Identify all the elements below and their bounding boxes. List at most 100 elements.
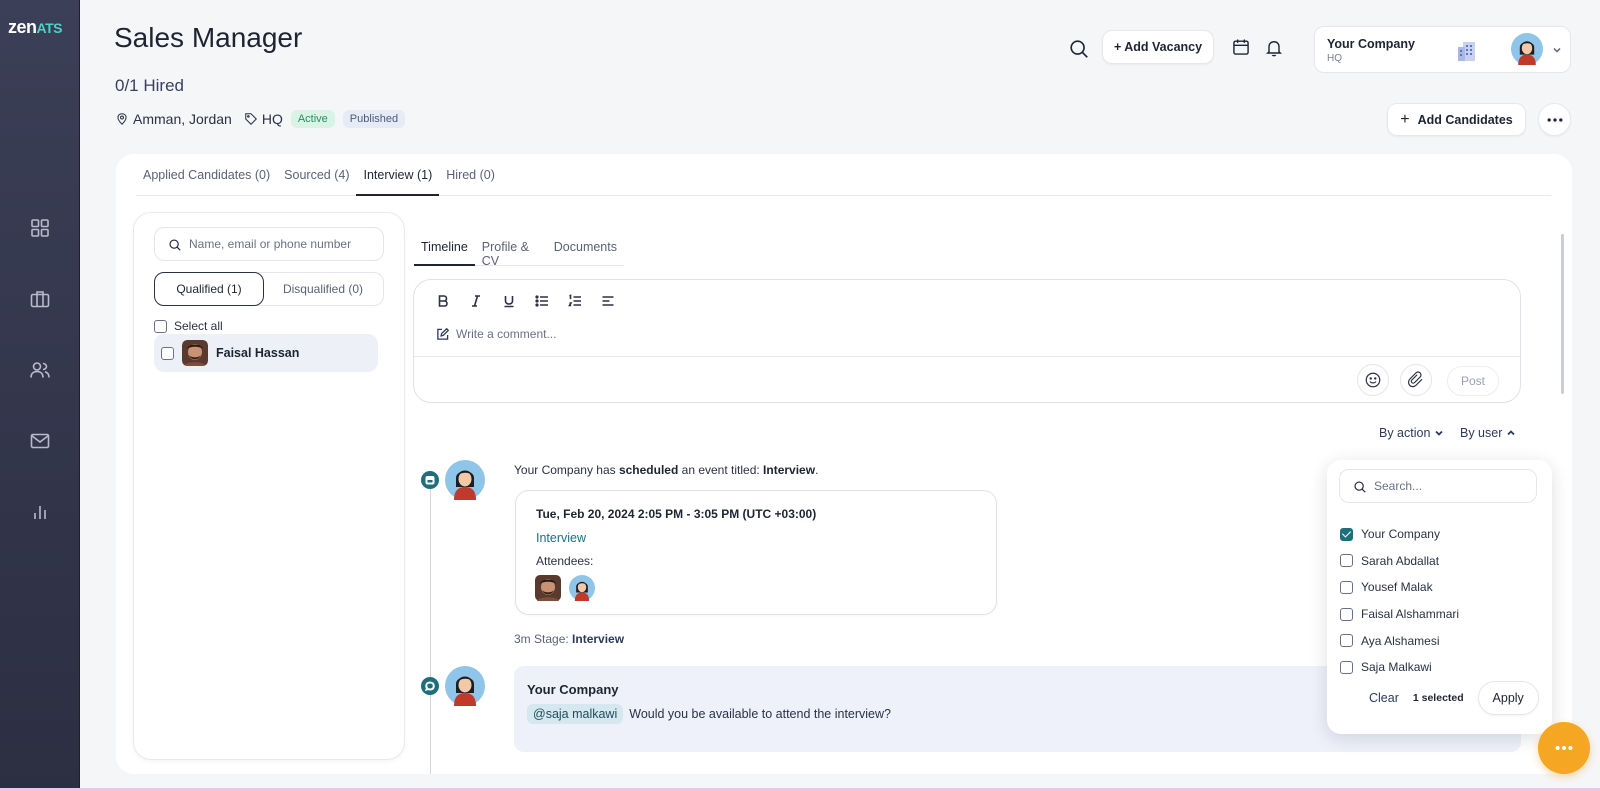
user-checkbox[interactable] xyxy=(1340,527,1353,541)
mail-icon[interactable] xyxy=(28,429,52,453)
chevron-down-icon[interactable] xyxy=(1551,44,1563,56)
candidate-checkbox[interactable] xyxy=(161,346,174,360)
attendees-label: Attendees: xyxy=(536,554,594,568)
scrollbar[interactable] xyxy=(1561,234,1564,394)
tab-hired[interactable]: Hired (0) xyxy=(439,154,502,196)
tab-sourced[interactable]: Sourced (4) xyxy=(277,154,356,196)
tab-applied[interactable]: Applied Candidates (0) xyxy=(136,154,277,196)
candidate-detail-tabs: Timeline Profile & CV Documents xyxy=(414,232,624,268)
sidebar: zenATS xyxy=(0,0,80,791)
disqualified-option[interactable]: Disqualified (0) xyxy=(263,273,383,305)
attendee-avatar xyxy=(535,575,561,601)
company-switcher[interactable]: Your Company HQ xyxy=(1314,26,1571,73)
chevron-up-icon xyxy=(1507,430,1516,436)
user-checkbox[interactable] xyxy=(1340,580,1353,594)
user-option[interactable]: Sarah Abdallat xyxy=(1340,548,1459,575)
tag-icon xyxy=(245,113,257,125)
post-button[interactable]: Post xyxy=(1447,366,1499,396)
event-datetime: Tue, Feb 20, 2024 2:05 PM - 3:05 PM (UTC… xyxy=(536,507,817,521)
emoji-icon xyxy=(1365,372,1381,388)
event-card[interactable]: Tue, Feb 20, 2024 2:05 PM - 3:05 PM (UTC… xyxy=(515,490,997,615)
attendee-avatar xyxy=(569,575,595,601)
align-left-icon[interactable] xyxy=(601,294,615,308)
calendar-icon[interactable] xyxy=(1231,37,1251,57)
add-vacancy-button[interactable]: + Add Vacancy xyxy=(1102,30,1214,64)
numbered-list-icon[interactable] xyxy=(568,294,582,308)
format-toolbar xyxy=(436,294,615,308)
candidate-list-panel: Name, email or phone number Qualified (1… xyxy=(133,212,405,760)
user-option[interactable]: Your Company xyxy=(1340,521,1459,548)
company-branch: HQ xyxy=(1327,53,1342,64)
qualified-option[interactable]: Qualified (1) xyxy=(154,272,264,306)
underline-icon[interactable] xyxy=(502,294,516,308)
stage-change: 3m Stage: Interview xyxy=(514,632,625,646)
bar-chart-icon[interactable] xyxy=(28,500,52,524)
app-logo[interactable]: zenATS xyxy=(8,17,62,38)
briefcase-icon[interactable] xyxy=(28,287,52,311)
user-option[interactable]: Saja Malkawi xyxy=(1340,654,1459,681)
select-all[interactable]: Select all xyxy=(154,319,223,333)
event-description: Your Company has scheduled an event titl… xyxy=(514,463,819,477)
attach-button[interactable] xyxy=(1400,364,1432,396)
selected-count: 1 selected xyxy=(1412,692,1464,704)
search-icon[interactable] xyxy=(1068,38,1090,60)
by-user-filter[interactable]: By user xyxy=(1460,426,1516,440)
page-title: Sales Manager xyxy=(114,22,303,53)
apply-button[interactable]: Apply xyxy=(1477,681,1539,715)
building-icon xyxy=(1455,40,1479,62)
user-option[interactable]: Aya Alshamesi xyxy=(1340,627,1459,654)
edit-icon xyxy=(437,327,449,340)
candidate-search-input[interactable]: Name, email or phone number xyxy=(154,227,384,261)
vacancy-meta: Amman, Jordan HQ Active Published xyxy=(115,110,406,128)
user-avatar[interactable] xyxy=(1511,33,1543,65)
add-candidates-button[interactable]: + Add Candidates xyxy=(1387,103,1526,136)
comment-avatar xyxy=(445,666,485,706)
dropdown-footer: Clear 1 selected Apply xyxy=(1369,681,1539,715)
clear-button[interactable]: Clear xyxy=(1369,691,1399,705)
dashboard-grid-icon[interactable] xyxy=(28,216,52,240)
candidate-row[interactable]: Faisal Hassan xyxy=(154,334,378,372)
user-filter-dropdown: Search... Your Company Sarah Abdallat Yo… xyxy=(1327,460,1552,734)
user-checkbox[interactable] xyxy=(1340,634,1353,648)
actor-avatar xyxy=(445,460,485,500)
comment-body: @saja malkawi Would you be available to … xyxy=(527,704,891,724)
bold-icon[interactable] xyxy=(436,294,450,308)
comment-event-icon xyxy=(421,677,439,695)
italic-icon[interactable] xyxy=(469,294,483,308)
event-type[interactable]: Interview xyxy=(536,531,586,545)
bell-icon[interactable] xyxy=(1264,38,1284,58)
select-all-checkbox[interactable] xyxy=(154,319,167,333)
user-option[interactable]: Yousef Malak xyxy=(1340,574,1459,601)
user-search-input[interactable]: Search... xyxy=(1339,469,1537,503)
users-icon[interactable] xyxy=(28,358,52,382)
location-text: Amman, Jordan xyxy=(133,111,232,127)
tag-text: HQ xyxy=(261,111,283,127)
tab-documents[interactable]: Documents xyxy=(547,232,624,266)
status-badge: Active xyxy=(290,110,335,128)
tab-interview[interactable]: Interview (1) xyxy=(356,154,440,196)
bullet-list-icon[interactable] xyxy=(535,294,549,308)
tab-profile-cv[interactable]: Profile & CV xyxy=(475,232,547,268)
mention-tag[interactable]: @saja malkawi xyxy=(527,704,624,724)
comment-input[interactable]: Write a comment... xyxy=(436,327,556,341)
company-name: Your Company xyxy=(1327,37,1415,51)
user-checkbox[interactable] xyxy=(1340,554,1353,568)
search-icon xyxy=(1354,481,1366,493)
more-options-button[interactable] xyxy=(1538,103,1571,136)
by-action-filter[interactable]: By action xyxy=(1379,426,1444,440)
location-pin-icon xyxy=(117,113,127,125)
comment-author: Your Company xyxy=(527,682,619,697)
emoji-button[interactable] xyxy=(1357,364,1389,396)
ellipsis-icon xyxy=(1555,745,1573,751)
plus-icon: + xyxy=(1400,110,1410,128)
comment-editor: Write a comment... Post xyxy=(413,279,1521,403)
candidate-avatar xyxy=(182,340,208,366)
chat-fab-button[interactable] xyxy=(1538,722,1590,774)
user-option[interactable]: Faisal Alshammari xyxy=(1340,601,1459,628)
stage-tabs: Applied Candidates (0) Sourced (4) Inter… xyxy=(136,154,1551,196)
user-checkbox[interactable] xyxy=(1340,660,1353,674)
paperclip-icon xyxy=(1407,371,1423,388)
user-checkbox[interactable] xyxy=(1340,607,1353,621)
user-list: Your Company Sarah Abdallat Yousef Malak… xyxy=(1340,521,1459,681)
tab-timeline[interactable]: Timeline xyxy=(414,232,475,266)
